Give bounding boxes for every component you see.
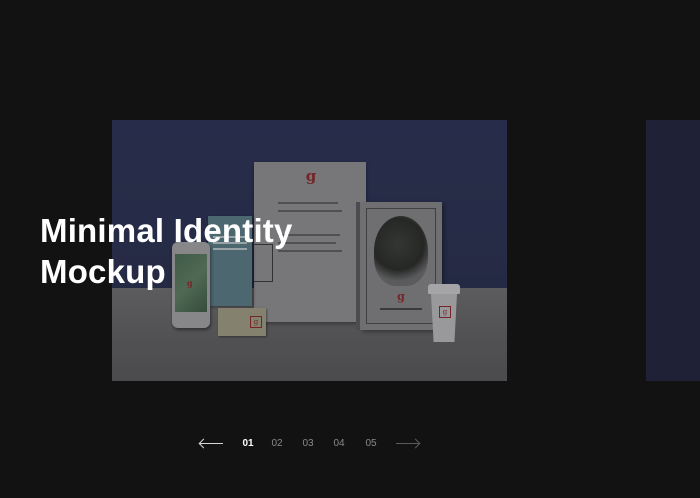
page-link-02[interactable]: 02 (268, 437, 286, 451)
arrow-head (410, 438, 421, 449)
page-link-01[interactable]: 01 (239, 437, 257, 451)
slide-title: Minimal Identity Mockup (40, 210, 340, 292)
arrow-head (198, 438, 209, 449)
next-slide-preview[interactable] (646, 120, 700, 381)
slide-pagination: 01 02 03 04 05 (0, 432, 700, 456)
page-link-05[interactable]: 05 (362, 437, 380, 451)
page-link-04[interactable]: 04 (330, 437, 348, 451)
slide-title-line-1: Minimal Identity (40, 212, 293, 249)
arrow-right-icon[interactable] (396, 438, 421, 450)
slide-title-line-2: Mockup (40, 253, 166, 290)
page-link-03[interactable]: 03 (299, 437, 317, 451)
arrow-left-icon[interactable] (198, 438, 223, 450)
